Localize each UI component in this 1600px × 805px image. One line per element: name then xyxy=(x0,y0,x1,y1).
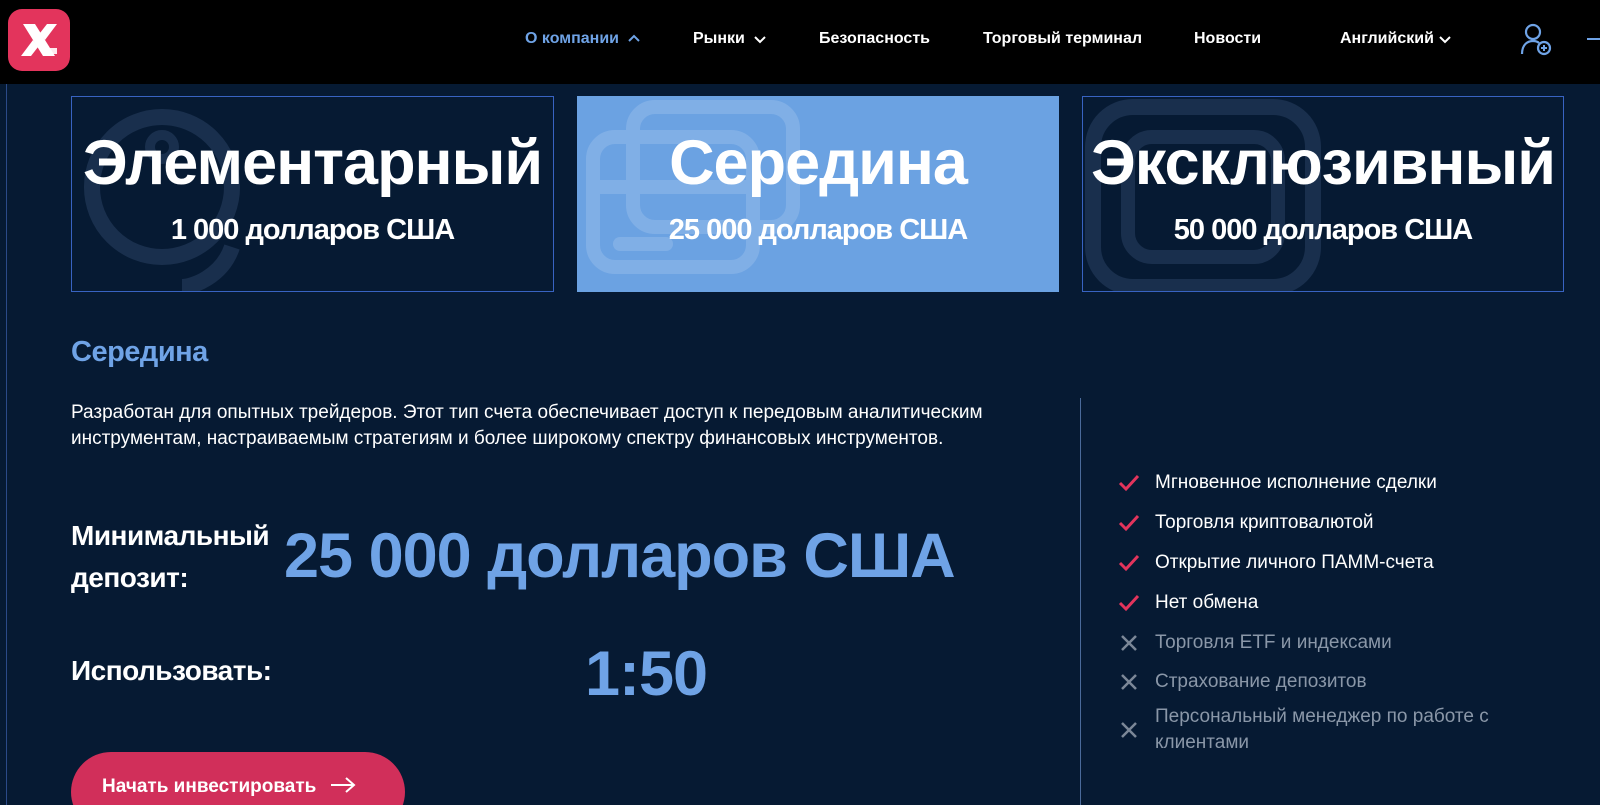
plan-title: Середина xyxy=(669,128,968,198)
arrow-right-icon xyxy=(331,777,356,793)
vertical-divider xyxy=(1080,398,1081,805)
nav-item-markets[interactable]: Рынки xyxy=(693,30,767,48)
nav-item-label: Безопасность xyxy=(819,30,930,47)
nav-item-label: Торговый терминал xyxy=(983,30,1143,47)
plan-description: Разработан для опытных трейдеров. Этот т… xyxy=(71,402,983,449)
plan-card-middle[interactable]: Середина 25 000 долларов США xyxy=(577,96,1059,292)
top-navigation-bar: О компании Рынки Безопасность Торговый т… xyxy=(0,0,1600,84)
plan-detail-title: Середина xyxy=(71,336,208,368)
cross-icon xyxy=(1121,635,1137,651)
check-icon xyxy=(1118,474,1140,492)
plan-price: 25 000 долларов США xyxy=(668,214,968,246)
chevron-down-icon xyxy=(754,36,766,44)
min-deposit-label: Минимальный депозит: xyxy=(71,520,270,593)
left-border-line xyxy=(6,84,7,805)
plan-title: Элементарный xyxy=(82,128,543,198)
language-label: Английский xyxy=(1340,30,1434,47)
cta-label: Начать инвестировать xyxy=(102,776,317,797)
feature-label: Страхование депозитов xyxy=(1155,671,1367,692)
feature-item: Страхование депозитов xyxy=(1118,669,1367,695)
feature-label: Персональный менеджер по работе с клиент… xyxy=(1155,706,1489,753)
check-icon xyxy=(1118,514,1140,532)
leverage-value: 1:50 xyxy=(585,639,708,709)
cross-icon xyxy=(1121,722,1137,738)
chevron-up-icon xyxy=(628,34,640,42)
feature-item: Мгновенное исполнение сделки xyxy=(1118,470,1437,496)
leverage-label: Использовать: xyxy=(71,655,272,686)
feature-label: Торговля ETF и индексами xyxy=(1155,632,1392,653)
user-add-icon[interactable] xyxy=(1520,22,1552,56)
min-deposit-value: 25 000 долларов США xyxy=(284,521,956,591)
feature-label: Мгновенное исполнение сделки xyxy=(1155,472,1437,493)
nav-item-label: Новости xyxy=(1194,30,1262,47)
nav-item-security[interactable]: Безопасность xyxy=(819,30,930,48)
feature-item: Персональный менеджер по работе с клиент… xyxy=(1118,704,1518,756)
plan-price: 1 000 долларов США xyxy=(170,214,455,246)
feature-item: Торговля ETF и индексами xyxy=(1118,630,1392,656)
feature-item: Открытие личного ПАММ-счета xyxy=(1118,550,1434,576)
nav-item-about[interactable]: О компании xyxy=(525,30,641,48)
plan-price: 50 000 долларов США xyxy=(1173,214,1473,246)
nav-item-label: Рынки xyxy=(693,30,745,47)
feature-label: Нет обмена xyxy=(1155,592,1259,613)
feature-label: Торговля криптовалютой xyxy=(1155,512,1374,533)
check-icon xyxy=(1118,554,1140,572)
nav-item-trading-terminal[interactable]: Торговый терминал xyxy=(983,30,1142,48)
feature-label: Открытие личного ПАММ-счета xyxy=(1155,552,1434,573)
feature-item: Торговля криптовалютой xyxy=(1118,510,1374,536)
feature-item: Нет обмена xyxy=(1118,590,1258,616)
language-selector[interactable]: Английский xyxy=(1340,30,1452,48)
cross-icon xyxy=(1121,674,1137,690)
start-investing-button[interactable]: Начать инвестировать xyxy=(71,752,405,805)
plan-card-exclusive[interactable]: Эксклюзивный 50 000 долларов США xyxy=(1082,96,1564,292)
nav-item-news[interactable]: Новости xyxy=(1194,30,1261,48)
plan-card-basic[interactable]: Элементарный 1 000 долларов США xyxy=(71,96,554,292)
chevron-down-icon xyxy=(1439,36,1451,44)
menu-icon[interactable] xyxy=(1587,38,1600,40)
x-logo-icon[interactable] xyxy=(8,9,70,71)
check-icon xyxy=(1118,594,1140,612)
nav-item-label: О компании xyxy=(525,30,619,47)
plan-title: Эксклюзивный xyxy=(1090,128,1556,198)
